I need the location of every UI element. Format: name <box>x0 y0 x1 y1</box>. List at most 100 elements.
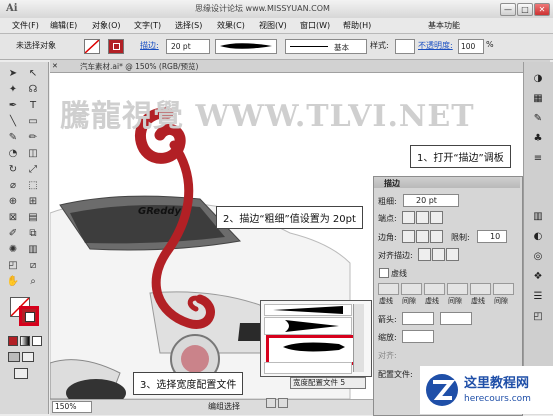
selection-tool-icon[interactable]: ➤ <box>5 67 21 81</box>
dash-field-3[interactable] <box>470 283 491 295</box>
dashed-checkbox[interactable] <box>379 268 389 278</box>
color-mode-button[interactable] <box>8 336 18 346</box>
eraser-tool-icon[interactable]: ◫ <box>25 147 41 161</box>
workspace-switcher[interactable]: 基本功能 <box>428 20 460 31</box>
document-tab-label[interactable]: 汽车素材.ai* @ 150% (RGB/预览) <box>80 61 198 72</box>
screen-mode-button[interactable] <box>14 368 28 379</box>
opacity-link[interactable]: 不透明度: <box>418 40 453 51</box>
brush-definition-select[interactable]: 基本 <box>285 39 367 54</box>
bevel-join-button[interactable] <box>430 230 443 243</box>
draw-normal-button[interactable] <box>8 352 20 362</box>
align-center-button[interactable] <box>418 248 431 261</box>
close-button[interactable]: ✕ <box>534 3 550 16</box>
transparency-panel-icon[interactable]: ◐ <box>531 230 545 244</box>
stroke-indicator[interactable] <box>19 306 39 326</box>
dash-field-2[interactable] <box>424 283 445 295</box>
artboard-tool-icon[interactable]: ◰ <box>5 259 21 273</box>
artboards-panel-icon[interactable]: ◰ <box>531 310 545 324</box>
paintbrush-tool-icon[interactable]: ✎ <box>5 131 21 145</box>
close-doc-icon[interactable]: ✕ <box>52 61 66 70</box>
rotate-tool-icon[interactable]: ↻ <box>5 163 21 177</box>
opacity-field[interactable]: 100 <box>458 39 484 54</box>
brushes-panel-icon[interactable]: ✎ <box>531 112 545 126</box>
blob-brush-tool-icon[interactable]: ◔ <box>5 147 21 161</box>
stroke-panel-icon[interactable]: ≡ <box>531 152 545 166</box>
maximize-button[interactable]: □ <box>517 3 533 16</box>
stroke-label-link[interactable]: 描边: <box>140 40 159 51</box>
gradient-mode-button[interactable] <box>20 336 30 346</box>
mesh-tool-icon[interactable]: ⊠ <box>5 211 21 225</box>
menu-help[interactable]: 帮助(H) <box>343 20 371 31</box>
profile-scrollbar[interactable] <box>353 304 364 372</box>
menu-select[interactable]: 选择(S) <box>175 20 202 31</box>
pencil-tool-icon[interactable]: ✏ <box>25 131 41 145</box>
rectangle-tool-icon[interactable]: ▭ <box>25 115 41 129</box>
direct-selection-tool-icon[interactable]: ↖ <box>25 67 41 81</box>
profile-option-next[interactable] <box>264 362 352 374</box>
menu-file[interactable]: 文件(F) <box>12 20 39 31</box>
variable-width-profile-select[interactable] <box>215 39 277 54</box>
fill-swatch[interactable] <box>84 39 100 54</box>
zoom-field[interactable]: 150% <box>52 401 92 413</box>
delete-profile-button[interactable] <box>278 398 288 408</box>
start-arrow-select[interactable] <box>402 312 434 325</box>
draw-behind-button[interactable] <box>22 352 34 362</box>
zoom-tool-icon[interactable]: ⌕ <box>25 275 41 289</box>
menu-type[interactable]: 文字(T) <box>134 20 161 31</box>
weight-field[interactable]: 20 pt <box>403 194 459 207</box>
menu-effect[interactable]: 效果(C) <box>217 20 245 31</box>
symbols-panel-icon[interactable]: ♣ <box>531 132 545 146</box>
eyedropper-tool-icon[interactable]: ✐ <box>5 227 21 241</box>
save-profile-button[interactable] <box>266 398 276 408</box>
menu-window[interactable]: 窗口(W) <box>300 20 330 31</box>
menu-edit[interactable]: 编辑(E) <box>50 20 77 31</box>
magic-wand-tool-icon[interactable]: ✦ <box>5 83 21 97</box>
stroke-panel-title[interactable]: 描边 <box>384 178 400 189</box>
stroke-swatch[interactable] <box>108 39 124 54</box>
hand-tool-icon[interactable]: ✋ <box>5 275 21 289</box>
limit-field[interactable]: 10 <box>477 230 507 243</box>
gradient-panel-icon[interactable]: ▥ <box>531 210 545 224</box>
round-cap-button[interactable] <box>416 211 429 224</box>
miter-join-button[interactable] <box>402 230 415 243</box>
shape-builder-tool-icon[interactable]: ⊕ <box>5 195 21 209</box>
profile-option-selected[interactable] <box>266 335 356 365</box>
gap-field-3[interactable] <box>493 283 514 295</box>
dash-field-1[interactable] <box>378 283 399 295</box>
graph-tool-icon[interactable]: ▥ <box>25 243 41 257</box>
align-outside-button[interactable] <box>446 248 459 261</box>
appearance-panel-icon[interactable]: ◎ <box>531 250 545 264</box>
layers-panel-icon[interactable]: ☰ <box>531 290 545 304</box>
stroke-weight-field[interactable]: 20 pt <box>166 39 210 54</box>
square-cap-button[interactable] <box>430 211 443 224</box>
symbol-sprayer-tool-icon[interactable]: ✺ <box>5 243 21 257</box>
pen-tool-icon[interactable]: ✒ <box>5 99 21 113</box>
menu-view[interactable]: 视图(V) <box>259 20 287 31</box>
minimize-button[interactable]: — <box>500 3 516 16</box>
none-mode-button[interactable] <box>32 336 42 346</box>
gradient-tool-icon[interactable]: ▤ <box>25 211 41 225</box>
perspective-grid-tool-icon[interactable]: ⊞ <box>25 195 41 209</box>
lasso-tool-icon[interactable]: ☊ <box>25 83 41 97</box>
width-tool-icon[interactable]: ⌀ <box>5 179 21 193</box>
scale-tool-icon[interactable]: ⤢ <box>25 163 41 177</box>
slice-tool-icon[interactable]: ⧄ <box>25 259 41 273</box>
butt-cap-button[interactable] <box>402 211 415 224</box>
profile-option-arrow[interactable] <box>264 304 352 316</box>
start-scale-field[interactable] <box>402 330 434 343</box>
align-inside-button[interactable] <box>432 248 445 261</box>
line-tool-icon[interactable]: ╲ <box>5 115 21 129</box>
end-arrow-select[interactable] <box>440 312 472 325</box>
blend-tool-icon[interactable]: ⧉ <box>25 227 41 241</box>
round-join-button[interactable] <box>416 230 429 243</box>
gap-field-1[interactable] <box>401 283 422 295</box>
free-transform-tool-icon[interactable]: ⬚ <box>25 179 41 193</box>
menu-object[interactable]: 对象(O) <box>92 20 121 31</box>
type-tool-icon[interactable]: T <box>25 99 41 113</box>
swatches-panel-icon[interactable]: ▦ <box>531 92 545 106</box>
gap-field-2[interactable] <box>447 283 468 295</box>
graphic-styles-panel-icon[interactable]: ❖ <box>531 270 545 284</box>
profile-option-wedge[interactable] <box>264 317 352 335</box>
color-panel-icon[interactable]: ◑ <box>531 72 545 86</box>
graphic-style-select[interactable] <box>395 39 415 54</box>
